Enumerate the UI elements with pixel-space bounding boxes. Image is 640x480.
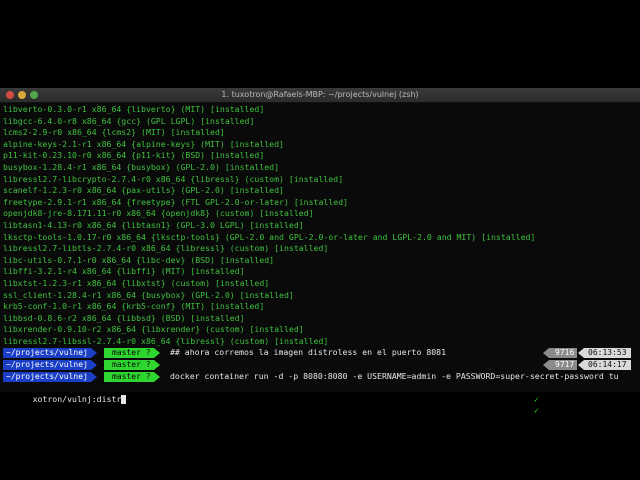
prompt-cwd-segment: ~/projects/vulnej bbox=[3, 371, 97, 382]
output-line: libxrender-0.9.10-r2 x86_64 {libxrender}… bbox=[3, 324, 304, 335]
prompt-line-current[interactable]: ~/projects/vulnej master ? docker contai… bbox=[3, 371, 637, 383]
output-line: krb5-conf-1.0-r1 x86_64 {krb5-conf} (MIT… bbox=[3, 301, 265, 312]
prompt-line: ~/projects/vulnej master ? ## ahora corr… bbox=[3, 347, 637, 404]
prompt-git-branch-segment: master ? bbox=[104, 348, 160, 359]
prompt-time: 06:13:53 bbox=[578, 348, 631, 359]
output-line: freetype-2.9.1-r1 x86_64 {freetype} (FTL… bbox=[3, 196, 349, 207]
history-number: 9716 bbox=[542, 348, 578, 359]
prompt-time: 06:14:17 bbox=[578, 360, 631, 371]
prompt-cwd-segment: ~/projects/vulnej bbox=[3, 348, 97, 359]
output-line: libxtst-1.2.3-r1 x86_64 {libxtst} (custo… bbox=[3, 277, 270, 288]
output-lines: libverto-0.3.0-r1 x86_64 {libverto} (MIT… bbox=[3, 104, 637, 347]
output-line: libressl2.7-libssl-2.7.4-r0 x86_64 {libr… bbox=[3, 335, 329, 346]
output-line: openjdk8-jre-8.171.11-r0 x86_64 {openjdk… bbox=[3, 208, 314, 219]
output-line: p11-kit-0.23.10-r0 x86_64 {p11-kit} (BSD… bbox=[3, 150, 265, 161]
history-number: 9717 bbox=[542, 360, 578, 371]
output-line: libgcc-6.4.0-r8 x86_64 {gcc} (GPL LGPL) … bbox=[3, 115, 255, 126]
text-cursor bbox=[121, 394, 127, 404]
prompt-line: ~/projects/vulnej master ? ✓ 9717 06:14:… bbox=[3, 359, 637, 415]
terminal-content[interactable]: libverto-0.3.0-r1 x86_64 {libverto} (MIT… bbox=[3, 104, 637, 415]
output-line: libc-utils-0.7.1-r0 x86_64 {libc-dev} (B… bbox=[3, 254, 275, 265]
output-line: alpine-keys-2.1-r1 x86_64 {alpine-keys} … bbox=[3, 138, 284, 149]
prompt-git-branch-segment: master ? bbox=[104, 360, 160, 371]
output-line: ssl_client-1.28.4-r1 x86_64 {busybox} (G… bbox=[3, 289, 294, 300]
command-input[interactable]: docker container run -d -p 8080:8080 -e … bbox=[170, 371, 619, 383]
output-line: libtasn1-4.13-r0 x86_64 {libtasn1} (GPL-… bbox=[3, 219, 304, 230]
output-line: lcms2-2.9-r0 x86_64 {lcms2} (MIT) [insta… bbox=[3, 127, 225, 138]
output-line: scanelf-1.2.3-r0 x86_64 {pax-utils} (GPL… bbox=[3, 185, 284, 196]
command-continuation[interactable]: xotron/vulnj:distr bbox=[3, 382, 637, 404]
prompt-git-branch-segment: master ? bbox=[104, 371, 160, 382]
output-line: busybox-1.28.4-r1 x86_64 {busybox} (GPL-… bbox=[3, 161, 280, 172]
output-line: libressl2.7-libtls-2.7.4-r0 x86_64 {libr… bbox=[3, 243, 329, 254]
command-continuation-text[interactable]: xotron/vulnj:distr bbox=[33, 394, 122, 404]
status-check-icon: ✓ bbox=[534, 405, 539, 416]
output-line: libressl2.7-libcrypto-2.7.4-r0 x86_64 {l… bbox=[3, 173, 344, 184]
output-line: lksctp-tools-1.0.17-r0 x86_64 {lksctp-to… bbox=[3, 231, 536, 242]
title-bar[interactable]: 1. tuxotron@Rafaels-MBP: ~/projects/vuln… bbox=[0, 88, 640, 103]
output-line: libbsd-0.8.6-r2 x86_64 {libbsd} (BSD) [i… bbox=[3, 312, 245, 323]
window-title: 1. tuxotron@Rafaels-MBP: ~/projects/vuln… bbox=[221, 90, 419, 99]
terminal-window[interactable]: 1. tuxotron@Rafaels-MBP: ~/projects/vuln… bbox=[0, 88, 640, 415]
status-check-icon: ✓ bbox=[534, 393, 539, 404]
output-line: libverto-0.3.0-r1 x86_64 {libverto} (MIT… bbox=[3, 104, 265, 114]
command-text: ## ahora corremos la imagen distroless e… bbox=[170, 347, 447, 358]
output-line: libffi-3.2.1-r4 x86_64 {libffi} (MIT) [i… bbox=[3, 266, 245, 277]
prompt-cwd-segment: ~/projects/vulnej bbox=[3, 360, 97, 371]
